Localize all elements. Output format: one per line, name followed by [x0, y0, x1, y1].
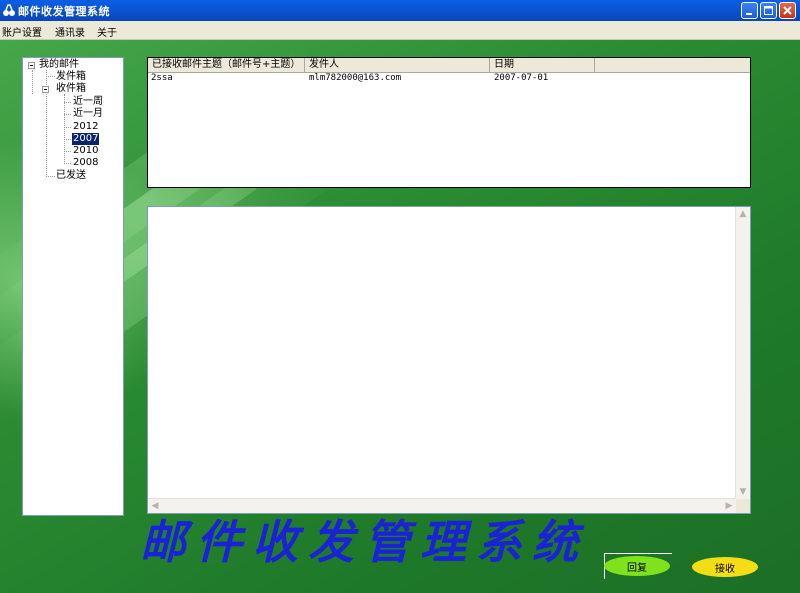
menu-account-settings[interactable]: 账户设置 [2, 24, 42, 39]
close-button[interactable] [779, 2, 796, 19]
minimize-button[interactable] [741, 2, 758, 19]
column-subject[interactable]: 已接收邮件主题（邮件号+主题） [148, 58, 305, 72]
tree-node-2010[interactable]: 2010 [73, 145, 98, 157]
tree-node-outbox[interactable]: 发件箱 [56, 71, 86, 83]
tree-node-inbox[interactable]: 收件箱 [56, 83, 86, 95]
scroll-right-icon[interactable]: ▶ [722, 499, 736, 513]
column-date[interactable]: 日期 [490, 58, 595, 72]
app-icon [2, 3, 16, 17]
row-date: 2007-07-01 [494, 73, 549, 83]
tree-node-last-month[interactable]: 近一月 [73, 108, 103, 120]
reply-button[interactable]: 回复 [604, 556, 670, 576]
column-sender[interactable]: 发件人 [305, 58, 490, 72]
title-bar: 邮件收发管理系统 [0, 0, 800, 21]
vertical-scrollbar[interactable]: ▲ ▼ [735, 207, 750, 499]
row-subject: 2ssa [151, 73, 173, 83]
tree-node-my-mail[interactable]: 我的邮件 [39, 59, 79, 71]
mail-folder-tree[interactable]: 我的邮件 发件箱 收件箱 近一周 近一月 2012 2007 2010 2008… [22, 57, 124, 516]
scroll-left-icon[interactable]: ◀ [148, 499, 162, 513]
close-icon [783, 6, 792, 15]
mail-list-header: 已接收邮件主题（邮件号+主题） 发件人 日期 [148, 58, 750, 73]
tree-node-2008[interactable]: 2008 [73, 157, 98, 169]
message-body-textarea[interactable]: ▲ ▼ ◀ ▶ [147, 206, 751, 514]
mail-list[interactable]: 已接收邮件主题（邮件号+主题） 发件人 日期 2ssa mlm782000@16… [147, 57, 751, 188]
maximize-button[interactable] [760, 2, 777, 19]
scroll-down-icon[interactable]: ▼ [736, 485, 750, 499]
maximize-icon [764, 6, 773, 15]
row-sender: mlm782000@163.com [309, 73, 402, 83]
tree-node-2012[interactable]: 2012 [73, 121, 98, 133]
column-empty [595, 58, 750, 72]
scrollbar-corner [736, 499, 750, 513]
collapse-root-icon[interactable] [28, 62, 35, 69]
horizontal-scrollbar[interactable]: ◀ ▶ [148, 498, 736, 513]
minimize-icon [746, 13, 752, 15]
scroll-up-icon[interactable]: ▲ [736, 207, 750, 221]
tree-node-2007[interactable]: 2007 [72, 133, 100, 145]
window-title: 邮件收发管理系统 [18, 5, 110, 18]
menu-bar: 账户设置 通讯录 关于 [0, 21, 800, 40]
tree-node-sent[interactable]: 已发送 [56, 170, 86, 182]
banner-title: 邮件收发管理系统 [140, 515, 588, 569]
tree-node-last-week[interactable]: 近一周 [73, 96, 103, 108]
menu-address-book[interactable]: 通讯录 [55, 24, 85, 39]
receive-button[interactable]: 接收 [692, 557, 758, 577]
menu-about[interactable]: 关于 [97, 24, 117, 39]
collapse-inbox-icon[interactable] [42, 86, 49, 93]
